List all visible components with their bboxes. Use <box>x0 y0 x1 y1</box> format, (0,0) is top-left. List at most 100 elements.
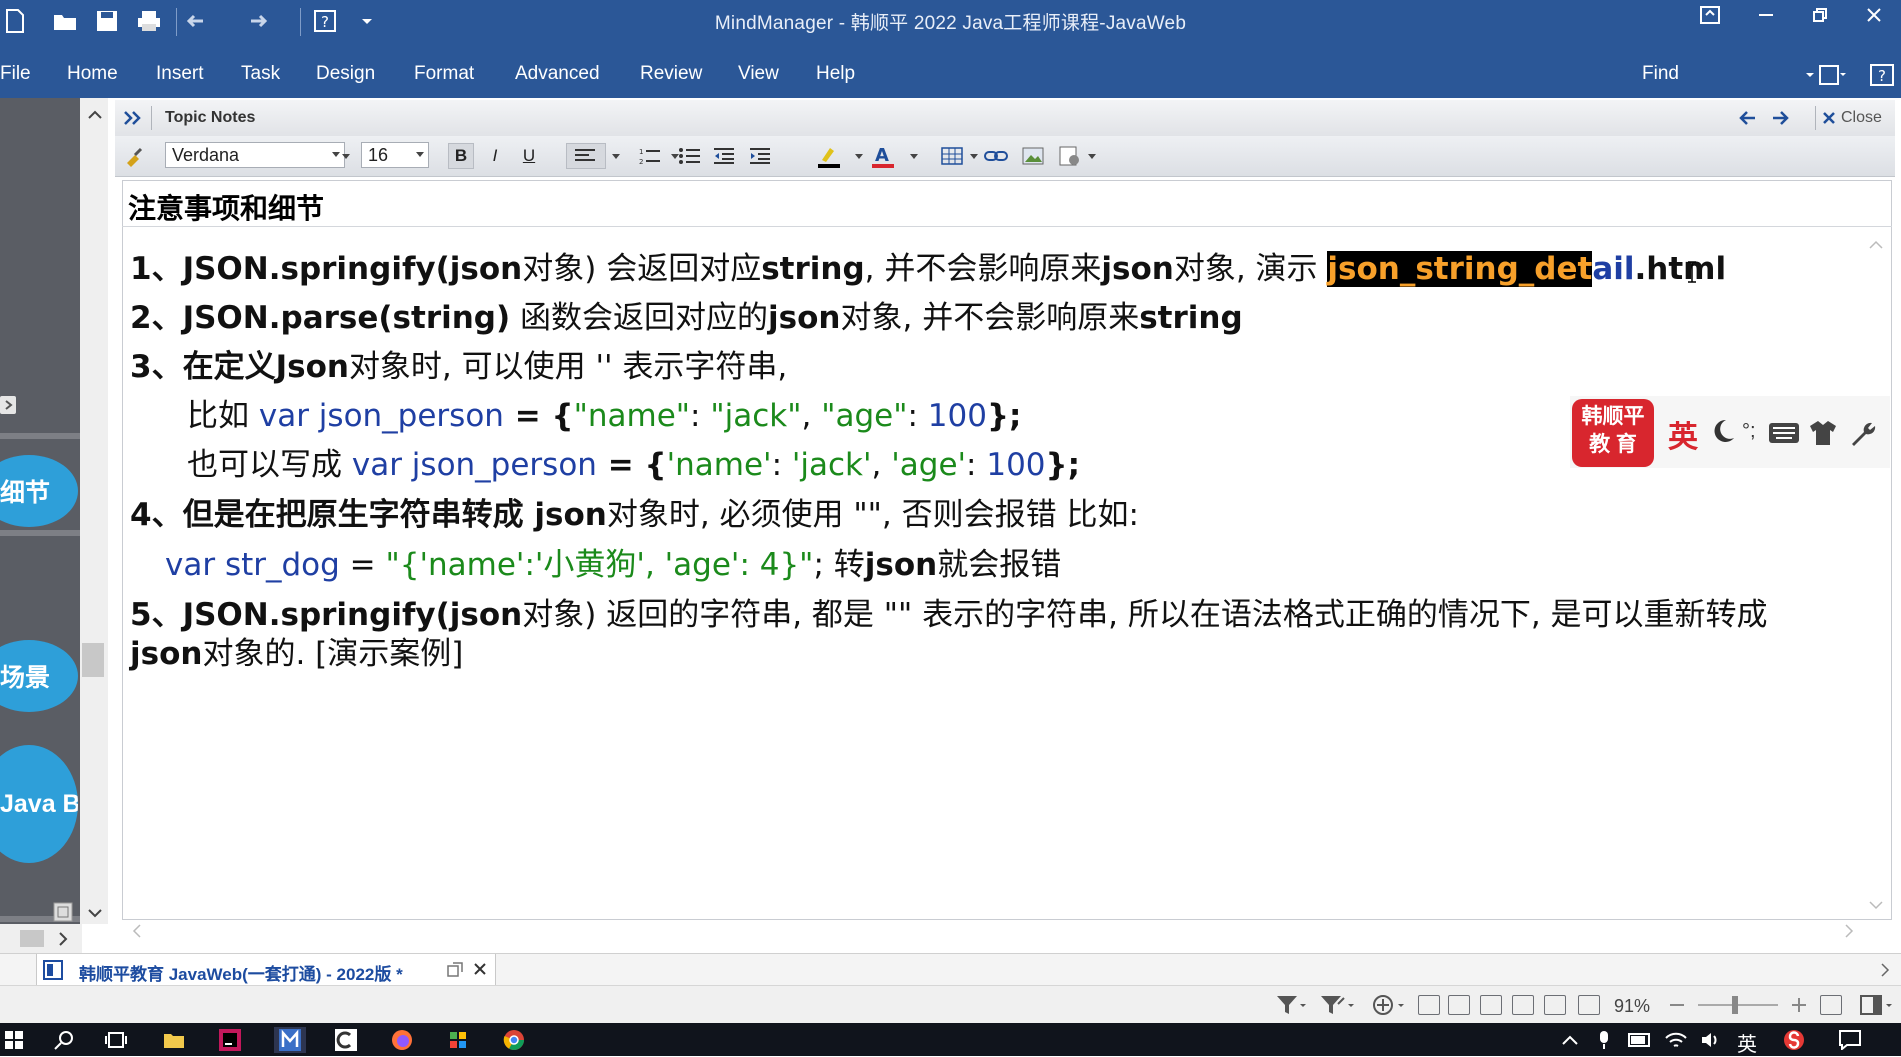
menu-advanced[interactable]: Advanced <box>515 63 600 85</box>
notepad-icon[interactable] <box>332 1027 360 1053</box>
ribbon-display-icon[interactable] <box>1690 0 1730 30</box>
start-icon[interactable] <box>0 1027 28 1053</box>
sogou-ime-icon[interactable] <box>1780 1027 1808 1053</box>
note-line-7: var str_dog = "{'name':'小黄狗', 'age': 4}"… <box>165 547 1062 583</box>
settings-wrench-icon[interactable] <box>1848 420 1876 453</box>
editor-scroll-right-icon[interactable] <box>1844 924 1854 943</box>
increase-indent-icon[interactable] <box>748 143 774 169</box>
format-painter-icon[interactable] <box>121 143 147 169</box>
tray-chevron-icon[interactable] <box>1556 1027 1584 1053</box>
float-tab-icon[interactable] <box>447 962 463 983</box>
fit-page-icon[interactable] <box>1820 995 1842 1015</box>
menu-view[interactable]: View <box>738 63 779 85</box>
input-language[interactable]: 英 <box>1737 1028 1757 1057</box>
skin-icon[interactable] <box>1808 420 1838 451</box>
insert-table-icon[interactable] <box>939 143 965 169</box>
tab-scroll-right-icon[interactable] <box>1880 963 1890 982</box>
menu-file[interactable]: File <box>0 63 31 85</box>
battery-icon[interactable] <box>1626 1027 1654 1053</box>
expand-notes-icon[interactable] <box>123 109 143 132</box>
editor-scroll-left-icon[interactable] <box>132 924 142 943</box>
restore-icon[interactable] <box>1800 0 1840 30</box>
focus-topic-icon[interactable] <box>1372 994 1408 1021</box>
map-overview-icon[interactable] <box>1578 995 1600 1015</box>
moon-icon[interactable] <box>1708 416 1738 451</box>
view-options-icon[interactable] <box>1860 994 1900 1021</box>
microphone-icon[interactable] <box>1590 1027 1618 1053</box>
task-view-icon[interactable] <box>102 1027 130 1053</box>
numbered-list-icon[interactable]: 12 <box>637 143 663 169</box>
close-notes-icon[interactable] <box>1821 108 1839 133</box>
ime-language-toggle[interactable]: 英 <box>1668 412 1698 456</box>
calendar-icon[interactable] <box>1480 995 1502 1015</box>
keyboard-icon[interactable] <box>1768 422 1800 449</box>
map-horizontal-scrollbar[interactable] <box>0 924 82 953</box>
search-icon[interactable] <box>50 1027 78 1053</box>
scroll-thumb[interactable] <box>82 643 104 677</box>
document-tab[interactable]: 韩顺平教育 JavaWeb(一套打通) - 2022版 * <box>36 954 496 986</box>
menu-review[interactable]: Review <box>640 63 702 85</box>
chrome-icon[interactable] <box>500 1027 528 1053</box>
font-color-icon[interactable]: A <box>869 143 895 169</box>
bold-button[interactable]: B <box>448 143 474 169</box>
insert-link-icon[interactable] <box>983 143 1009 169</box>
close-tab-icon[interactable] <box>473 962 487 981</box>
filter-icon[interactable] <box>1276 994 1306 1021</box>
italic-button[interactable]: I <box>482 143 508 169</box>
scroll-down-icon[interactable] <box>88 906 102 924</box>
underline-button[interactable]: U <box>516 143 542 169</box>
file-explorer-icon[interactable] <box>160 1027 188 1053</box>
menu-home[interactable]: Home <box>67 63 118 85</box>
font-family-select[interactable]: Verdana <box>165 142 345 168</box>
menu-task[interactable]: Task <box>241 63 280 85</box>
zoom-slider-thumb[interactable] <box>1732 996 1738 1014</box>
bullet-list-icon[interactable] <box>677 143 703 169</box>
collapse-pane-icon[interactable] <box>0 392 20 423</box>
mindmanager-taskbar-icon[interactable] <box>274 1027 306 1053</box>
menu-design[interactable]: Design <box>316 63 375 85</box>
close-notes-button[interactable]: Close <box>1841 109 1882 127</box>
intellij-icon[interactable] <box>216 1027 244 1053</box>
editor-horizontal-scrollbar[interactable] <box>124 920 1864 942</box>
help-pane-icon[interactable]: ? <box>1870 64 1894 91</box>
app-launcher-icon[interactable] <box>444 1027 472 1053</box>
wifi-icon[interactable] <box>1662 1027 1690 1053</box>
font-size-select[interactable]: 16 <box>361 142 429 168</box>
next-topic-icon[interactable] <box>1771 108 1791 133</box>
zoom-slider[interactable] <box>1698 996 1778 1014</box>
scroll-right-icon[interactable] <box>58 932 68 951</box>
filter-advanced-icon[interactable] <box>1320 994 1356 1021</box>
minimize-icon[interactable] <box>1746 0 1786 30</box>
svg-text:1: 1 <box>639 148 643 156</box>
ribbon-options-icon[interactable] <box>1806 64 1846 91</box>
close-window-icon[interactable] <box>1854 0 1894 30</box>
note-line-1: 1、JSON.springify(json对象) 会返回对应string, 并不… <box>130 251 1727 287</box>
scroll-up-icon[interactable] <box>88 106 102 124</box>
find-button[interactable]: Find <box>1642 63 1679 85</box>
task-info-icon[interactable] <box>1544 995 1566 1015</box>
link-map-icon[interactable] <box>1512 995 1534 1015</box>
editor-scroll-down-icon[interactable] <box>1869 898 1883 916</box>
fit-map-icon[interactable] <box>1418 995 1440 1015</box>
punctuation-icon[interactable]: °; <box>1742 420 1756 443</box>
highlight-color-icon[interactable] <box>815 143 841 169</box>
outline-view-icon[interactable] <box>1448 995 1470 1015</box>
zoom-out-icon[interactable] <box>1670 998 1684 1017</box>
menu-help[interactable]: Help <box>816 63 855 85</box>
notifications-icon[interactable] <box>1836 1027 1864 1053</box>
status-bar: 91% <box>0 985 1901 1024</box>
title-bar: ? MindManager - 韩顺平 2022 Java工程师课程-JavaW… <box>0 0 1901 50</box>
menu-format[interactable]: Format <box>414 63 474 85</box>
menu-insert[interactable]: Insert <box>156 63 204 85</box>
editor-vertical-scrollbar[interactable] <box>1862 228 1890 918</box>
decrease-indent-icon[interactable] <box>712 143 738 169</box>
map-vertical-scrollbar[interactable] <box>53 98 108 924</box>
align-left-icon[interactable] <box>566 143 606 169</box>
insert-field-icon[interactable] <box>1057 143 1083 169</box>
zoom-in-icon[interactable] <box>1792 998 1806 1017</box>
previous-topic-icon[interactable] <box>1737 108 1757 133</box>
insert-image-icon[interactable] <box>1020 143 1046 169</box>
volume-icon[interactable] <box>1698 1027 1726 1053</box>
firefox-icon[interactable] <box>388 1027 416 1053</box>
editor-scroll-up-icon[interactable] <box>1869 236 1883 254</box>
